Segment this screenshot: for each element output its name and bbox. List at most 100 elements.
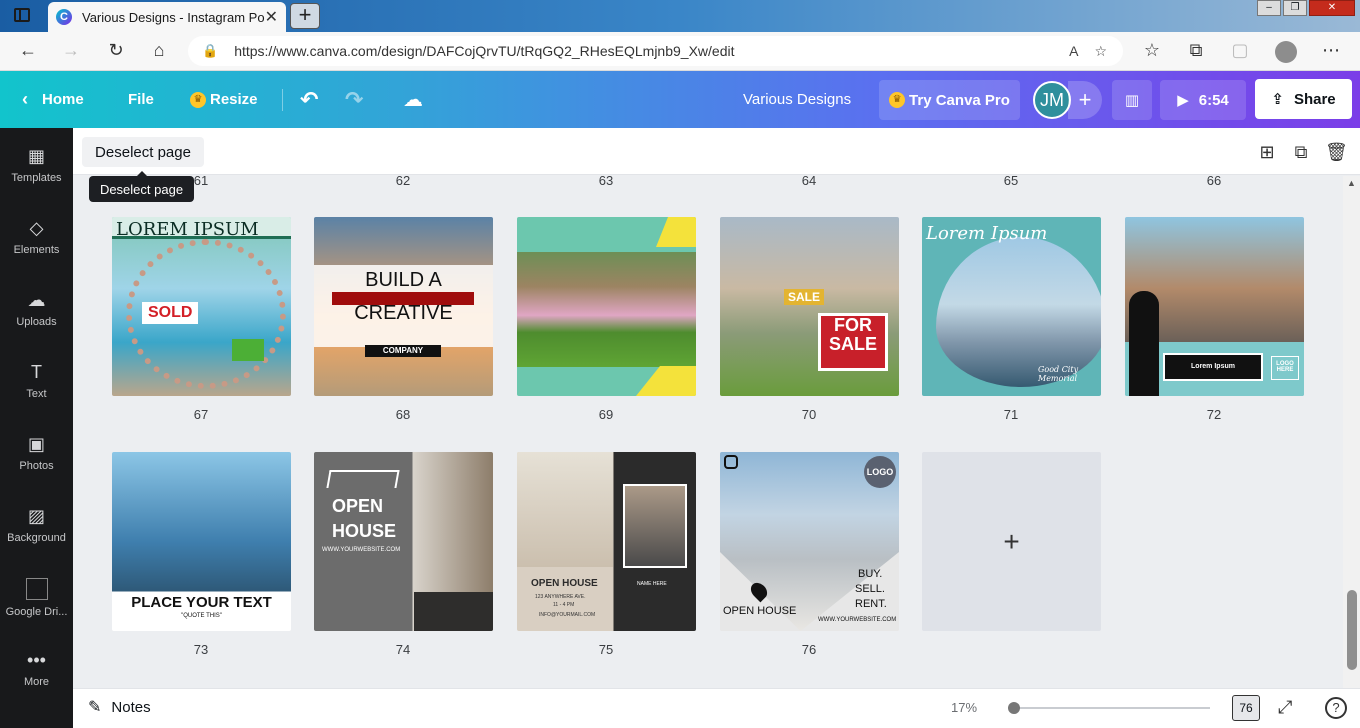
thumb-title: OPEN HOUSE (531, 578, 598, 589)
thumb-address: 123 ANYWHERE AVE. (535, 594, 586, 600)
page-thumbnail-71[interactable]: Lorem Ipsum Good City Memorial (922, 217, 1101, 396)
design-title[interactable]: Various Designs (743, 71, 851, 128)
zoom-slider-handle[interactable] (1008, 702, 1020, 714)
upload-share-icon: ⇪ (1271, 91, 1284, 108)
deselect-page-button[interactable]: Deselect page (82, 137, 204, 167)
window-maximize-button[interactable]: ❐ (1283, 0, 1307, 16)
help-icon[interactable]: ? (1325, 697, 1347, 719)
scrollbar-thumb[interactable] (1347, 590, 1357, 670)
rail-item-google-drive[interactable]: Google Dri... (0, 578, 73, 618)
home-button[interactable]: ‹ Home (22, 71, 84, 128)
share-button[interactable]: ⇪ Share (1255, 79, 1352, 119)
logo-placeholder: LOGO HERE (1271, 356, 1299, 380)
rail-label: Elements (13, 244, 60, 256)
resize-label: Resize (210, 91, 258, 108)
photos-icon: ▣ (27, 434, 45, 454)
timer-label: 6:54 (1198, 91, 1229, 109)
rail-item-uploads[interactable]: ☁ Uploads (0, 290, 73, 328)
thumb-website: WWW.YOURWEBSITE.COM (322, 547, 401, 553)
page-number: 64 (801, 173, 817, 188)
crown-icon: ♛ (190, 91, 206, 108)
play-icon: ▶ (1177, 92, 1189, 109)
thumb-email: INFO@YOURMAIL.COM (539, 612, 596, 618)
page-number: 69 (598, 407, 614, 422)
fullscreen-icon[interactable]: ⤢ (1278, 697, 1292, 718)
window-close-button[interactable]: ✕ (1309, 0, 1355, 16)
page-thumbnail-69[interactable] (517, 217, 696, 396)
favorites-icon[interactable]: ☆ (1141, 40, 1163, 61)
more-icon: ••• (27, 650, 46, 670)
scroll-up-icon[interactable]: ▲ (1347, 178, 1356, 188)
rail-item-templates[interactable]: ▦ Templates (0, 146, 73, 184)
editor-header: ‹ Home File ♛ Resize ↶ ↷ ☁ Various Desig… (0, 71, 1360, 128)
page-count-button[interactable]: 76 (1232, 695, 1260, 721)
google-drive-icon (25, 578, 48, 600)
notes-label: Notes (111, 698, 151, 716)
collections-icon[interactable]: ⧉ (1185, 40, 1207, 61)
refresh-icon[interactable]: ↻ (105, 40, 127, 61)
rail-item-photos[interactable]: ▣ Photos (0, 434, 73, 472)
page-thumbnail-72[interactable]: Lorem Ipsum LOGO HERE (1125, 217, 1304, 396)
page-number: 73 (193, 642, 209, 657)
templates-icon: ▦ (27, 146, 45, 166)
notes-button[interactable]: ✎ Notes (88, 697, 151, 717)
page-thumbnail-73[interactable]: PLACE YOUR TEXT "QUOTE THIS" (112, 452, 291, 631)
rail-label: Uploads (16, 316, 57, 328)
thumb-website: WWW.YOURWEBSITE.COM (818, 617, 897, 623)
favorite-add-icon[interactable]: ☆ (1094, 43, 1107, 60)
add-page-placeholder[interactable]: + (922, 452, 1101, 631)
page-toolbar (73, 128, 1360, 175)
insights-icon[interactable]: ▥ (1112, 80, 1152, 120)
page-number: 68 (395, 407, 411, 422)
delete-page-icon[interactable]: 🗑 (1325, 141, 1348, 163)
read-aloud-icon[interactable]: A (1069, 43, 1078, 59)
thumb-title: PLACE YOUR TEXT (131, 594, 272, 611)
home-icon[interactable]: ⌂ (148, 40, 170, 61)
url-field[interactable]: 🔒 https://www.canva.com/design/DAFCojQrv… (188, 36, 1123, 66)
new-tab-button[interactable]: + (290, 3, 320, 29)
crown-icon: ♛ (889, 92, 906, 108)
page-thumbnail-75[interactable]: OPEN HOUSE 123 ANYWHERE AVE. 11 - 4 PM I… (517, 452, 696, 631)
try-canva-pro-button[interactable]: ♛ Try Canva Pro (879, 80, 1020, 120)
duplicate-page-icon[interactable]: ⧉ (1290, 141, 1312, 163)
rail-item-text[interactable]: T Text (0, 362, 73, 400)
browser-tab[interactable]: C Various Designs - Instagram Post ✕ (48, 2, 286, 32)
page-thumbnail-70[interactable]: SALE FOR SALE (720, 217, 899, 396)
uploads-icon: ☁ (27, 290, 46, 310)
user-avatar[interactable]: JM (1033, 81, 1071, 119)
resize-button[interactable]: ♛ Resize (190, 71, 258, 128)
add-page-icon[interactable]: ⊞ (1256, 141, 1278, 163)
page-thumbnail-74[interactable]: OPEN HOUSE WWW.YOURWEBSITE.COM (314, 452, 493, 631)
page-thumbnail-68[interactable]: BUILD A CREATIVE COMPANY (314, 217, 493, 396)
present-button[interactable]: ▶ 6:54 (1160, 80, 1246, 120)
page-thumbnail-76[interactable]: LOGO OPEN HOUSE BUY. SELL. RENT. WWW.YOU… (720, 452, 899, 631)
settings-more-icon[interactable]: ⋯ (1320, 40, 1342, 61)
sidebar-toggle-icon[interactable] (14, 8, 30, 22)
rail-item-more[interactable]: ••• More (0, 650, 73, 688)
back-icon[interactable]: ← (17, 40, 39, 61)
rail-item-background[interactable]: ▨ Background (0, 506, 73, 544)
header-divider (282, 89, 283, 111)
thumb-name: NAME HERE (637, 581, 667, 587)
tab-close-icon[interactable]: ✕ (265, 7, 278, 27)
rent-label: RENT. (855, 598, 887, 610)
text-icon: T (31, 362, 42, 382)
cloud-saved-icon[interactable]: ☁ (403, 71, 423, 128)
window-minimize-button[interactable]: – (1257, 0, 1281, 16)
thumb-box-label: Lorem Ipsum (1163, 353, 1263, 381)
undo-icon[interactable]: ↶ (300, 71, 318, 128)
file-menu-button[interactable]: File (128, 71, 154, 128)
page-thumbnail-67[interactable]: LOREM IPSUM SOLD (112, 217, 291, 396)
page-number: 62 (395, 173, 411, 188)
rail-item-elements[interactable]: ◇ Elements (0, 218, 73, 256)
chevron-left-icon: ‹ (22, 89, 28, 109)
elements-icon: ◇ (29, 218, 44, 238)
thumb-title: LOREM IPSUM (116, 219, 259, 240)
zoom-level: 17% (951, 700, 978, 715)
page-number: 70 (801, 407, 817, 422)
thumb-subtitle: Good City Memorial (1038, 365, 1079, 383)
page-number: 74 (395, 642, 411, 657)
profile-avatar[interactable] (1275, 41, 1297, 63)
zoom-slider-track[interactable] (1014, 707, 1210, 709)
buy-label: BUY. (858, 568, 883, 580)
